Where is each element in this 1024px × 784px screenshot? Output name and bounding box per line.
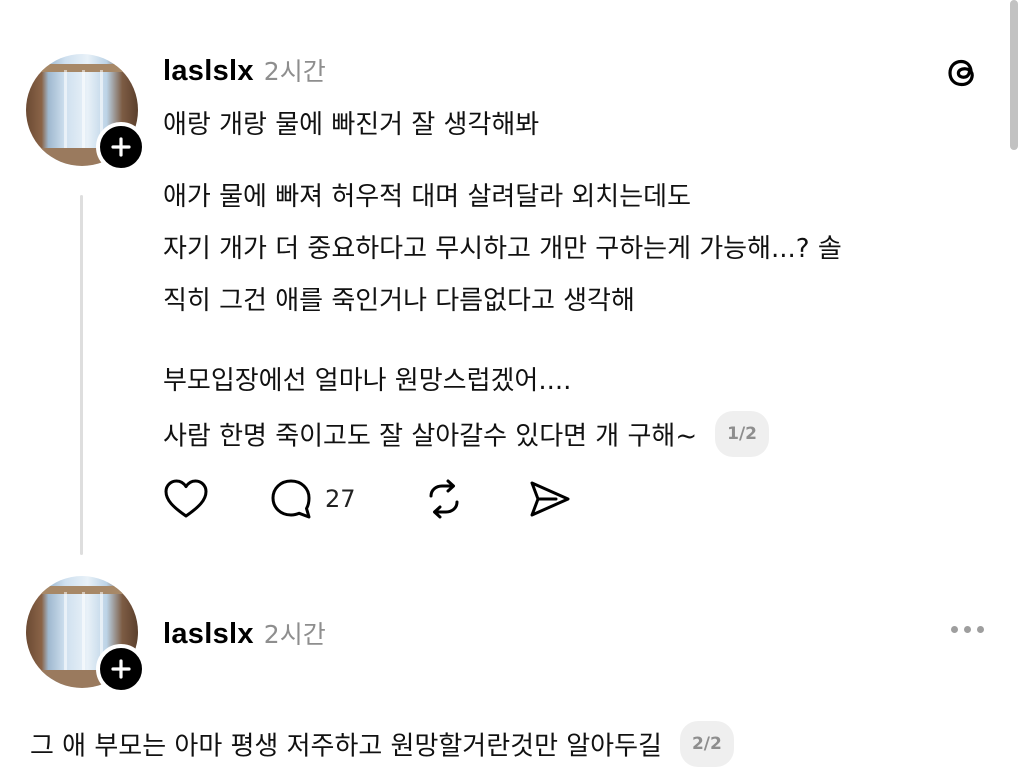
username[interactable]: laslslx [163, 55, 254, 88]
post-text: 그 애 부모는 아마 평생 저주하고 원망할거란것만 알아두길 [30, 731, 662, 762]
thread-post: laslslx 2시간 그 애 부모는 아마 평생 저주하고 원망할거란것만 알… [0, 560, 1024, 784]
like-button[interactable] [163, 476, 209, 522]
comment-icon [271, 479, 311, 519]
thread-post: laslslx 2시간 애랑 개랑 물에 빠진거 잘 생각해봐 애가 물에 빠져… [0, 0, 1024, 560]
post-header: laslslx 2시간 [163, 52, 326, 88]
avatar-container[interactable] [26, 54, 146, 172]
share-button[interactable] [527, 476, 573, 522]
post-time: 2시간 [263, 57, 326, 86]
threads-logo-icon[interactable] [940, 50, 984, 94]
repost-button[interactable] [421, 476, 467, 522]
follow-plus-icon[interactable] [96, 644, 146, 694]
repost-icon [429, 479, 459, 519]
post-header: laslslx 2시간 [163, 615, 326, 651]
more-icon[interactable] [951, 626, 984, 633]
thread-connector-line [80, 195, 83, 555]
page-badge: 1/2 [715, 411, 769, 457]
post-text-line-last: 사람 한명 죽이고도 잘 살아갈수 있다면 개 구해~ 1/2 [163, 411, 769, 460]
page-badge: 2/2 [679, 721, 734, 767]
heart-icon [164, 479, 208, 518]
reply-count: 27 [325, 485, 356, 513]
post-text-line: 부모입장에선 얼마나 원망스럽겠어.... [163, 366, 572, 396]
post-text-line: 애가 물에 빠져 허우적 대며 살려달라 외치는데도 [163, 182, 691, 212]
post-text-line: 직히 그건 애를 죽인거나 다름없다고 생각해 [163, 286, 635, 316]
follow-plus-icon[interactable] [96, 122, 146, 172]
post-text-line: 자기 개가 더 중요하다고 무시하고 개만 구하는게 가능해...? 솔 [163, 234, 842, 264]
username[interactable]: laslslx [163, 618, 254, 651]
action-bar: 27 [163, 476, 583, 522]
reply-button[interactable]: 27 [269, 476, 356, 522]
post-time: 2시간 [263, 620, 326, 649]
post-text: 사람 한명 죽이고도 잘 살아갈수 있다면 개 구해~ [163, 421, 698, 452]
post-text-line-last: 그 애 부모는 아마 평생 저주하고 원망할거란것만 알아두길 2/2 [30, 721, 734, 770]
avatar-container[interactable] [26, 576, 146, 694]
post-text-line: 애랑 개랑 물에 빠진거 잘 생각해봐 [163, 110, 540, 140]
send-icon [530, 481, 570, 517]
